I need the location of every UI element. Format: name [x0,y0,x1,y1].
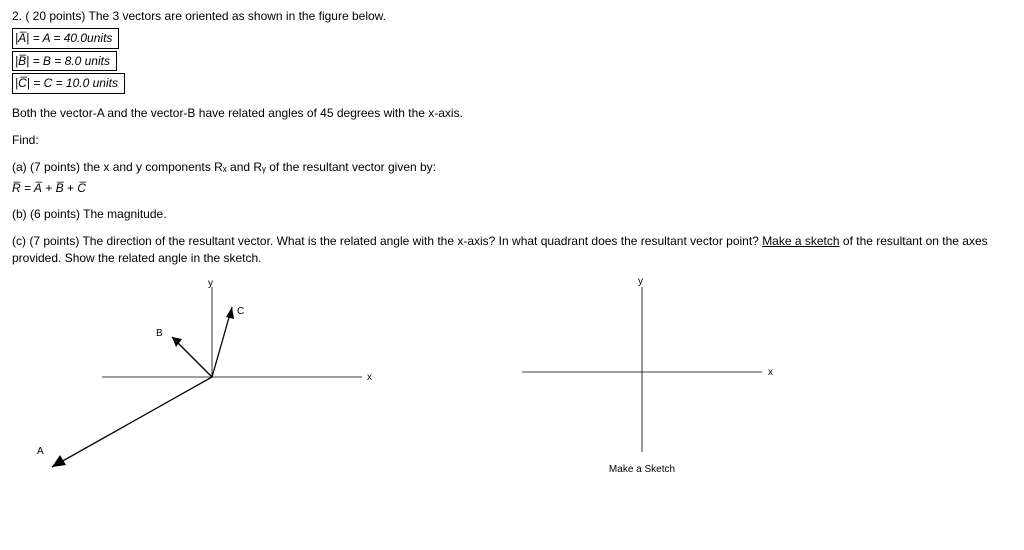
angle-note: Both the vector-A and the vector-B have … [12,105,1012,122]
x-axis-label-1: x [367,371,372,385]
sketch-figure: y x Make a Sketch [502,277,782,477]
part-c: (c) (7 points) The direction of the resu… [12,233,1012,267]
x-axis-label-2: x [768,366,773,380]
vector-b-label: B [156,327,163,341]
magnitude-b: |B̅| = B = 8.0 units [15,54,110,68]
magnitude-c-box: |C̅| = C = 10.0 units [12,73,125,94]
vector-diagram-svg [22,277,382,477]
magnitude-a-box: |A̅| = A = 40.0units [12,28,119,49]
vector-figure: y x C B A [22,277,382,477]
magnitude-c: |C̅| = C = 10.0 units [15,76,118,90]
sketch-caption: Make a Sketch [502,463,782,477]
part-b: (b) (6 points) The magnitude. [12,206,1012,223]
part-a: (a) (7 points) the x and y components Rₓ… [12,159,1012,176]
vector-c-label: C [237,305,244,319]
magnitude-b-box: |B̅| = B = 8.0 units [12,51,117,72]
find-label: Find: [12,132,1012,149]
figures-row: y x C B A y x Make a Sketch [12,277,1012,477]
y-axis-label-1: y [208,277,213,291]
part-c-text-1: (c) (7 points) The direction of the resu… [12,234,762,248]
resultant-equation: R̅ = A̅ + B̅ + C̅ [12,180,1012,197]
part-a-text: (a) (7 points) the x and y components Rₓ… [12,160,436,174]
y-axis-label-2: y [638,275,643,289]
vector-a-label: A [37,445,44,459]
part-c-underline: Make a sketch [762,234,839,248]
sketch-axes-svg [502,277,782,457]
magnitude-a: |A̅| = A = 40.0units [15,31,112,45]
problem-header: 2. ( 20 points) The 3 vectors are orient… [12,8,1012,25]
